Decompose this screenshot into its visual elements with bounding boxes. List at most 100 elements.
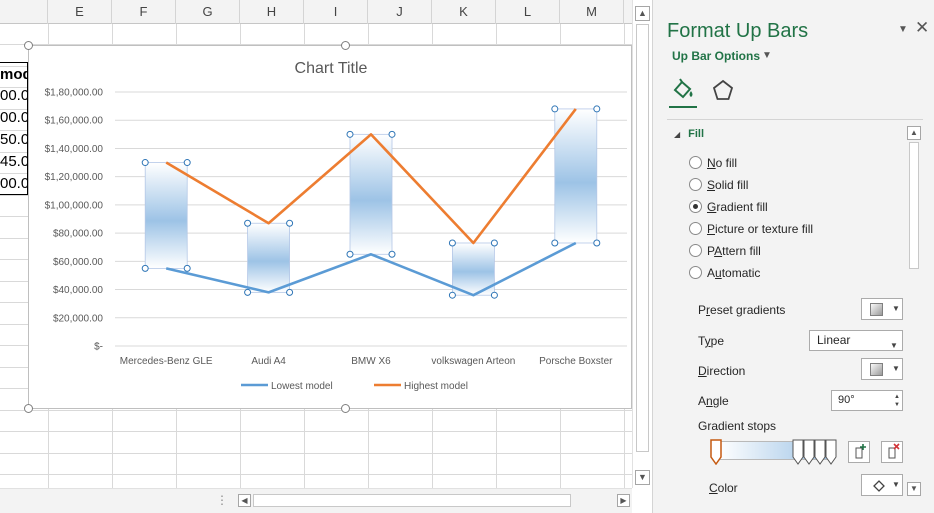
- label-part: A: [707, 266, 716, 280]
- bar-selection-handle: [551, 105, 559, 113]
- preset-gradients-dropdown[interactable]: ▼: [861, 298, 903, 320]
- paint-bucket-icon: [873, 480, 885, 492]
- chart-svg[interactable]: Chart Title $- $20,000.00 $40,000.00 $60,000…: [29, 46, 633, 410]
- scroll-up-icon[interactable]: ▲: [635, 6, 650, 21]
- column-header-j[interactable]: J: [368, 0, 432, 24]
- legend-label: Lowest model: [271, 381, 333, 392]
- type-label: Type: [698, 334, 724, 348]
- radio-button-icon[interactable]: [689, 222, 702, 236]
- label-part: tomatic: [721, 266, 761, 280]
- pentagon-effects-tab-icon[interactable]: [711, 78, 735, 102]
- type-select[interactable]: Linear ▼: [809, 330, 903, 351]
- column-header-d[interactable]: [0, 0, 48, 24]
- fill-section-label: Fill: [688, 128, 705, 140]
- chevron-down-icon: ▼: [892, 480, 900, 489]
- y-tick-label: $1,00,000.00: [45, 200, 104, 211]
- chart-resize-handle-bl[interactable]: [24, 404, 33, 413]
- split-handle-icon[interactable]: ⋮: [216, 493, 228, 507]
- radio-button-icon[interactable]: [689, 244, 702, 258]
- pane-vertical-scrollbar[interactable]: ▲ ▼: [907, 126, 922, 496]
- preset-gradients-label: Preset gradients: [698, 303, 785, 317]
- color-dropdown[interactable]: ▼: [861, 474, 903, 496]
- worksheet[interactable]: E F G H I J K L M mod 00.0 00.0 50.0 45.…: [0, 0, 652, 513]
- column-header-l[interactable]: L: [496, 0, 560, 24]
- divider: [667, 119, 923, 120]
- radio-automatic-fill[interactable]: Automatic: [689, 264, 760, 282]
- scroll-right-icon[interactable]: ▶: [617, 494, 630, 507]
- add-gradient-stop-button[interactable]: [848, 441, 870, 463]
- x-tick-label: Porsche Boxster: [539, 356, 613, 367]
- bar-selection-handle: [388, 130, 396, 138]
- label-mnemonic: P: [707, 222, 716, 236]
- gradient-stop-handle-selected[interactable]: [710, 439, 722, 465]
- bar-selection-handle: [286, 219, 294, 227]
- angle-spinner[interactable]: 90° ▲ ▼: [831, 390, 903, 411]
- bar-selection-handle: [448, 291, 456, 299]
- pane-options-dropdown-icon[interactable]: ▼: [898, 24, 908, 35]
- close-icon[interactable]: ✕: [915, 18, 929, 38]
- up-bar: [144, 162, 188, 269]
- column-header-f[interactable]: F: [112, 0, 176, 24]
- direction-label: Direction: [698, 364, 745, 378]
- radio-button-icon[interactable]: [689, 178, 702, 192]
- column-header-i[interactable]: I: [304, 0, 368, 24]
- radio-no-fill[interactable]: No fill: [689, 154, 737, 172]
- remove-gradient-stop-button[interactable]: [881, 441, 903, 463]
- collapse-triangle-icon[interactable]: ◢: [674, 130, 680, 139]
- column-header-h[interactable]: H: [240, 0, 304, 24]
- chart-area[interactable]: Chart Title $- $20,000.00 $40,000.00 $60,000…: [28, 45, 632, 409]
- chevron-down-icon: ▼: [890, 341, 898, 350]
- chevron-down-icon[interactable]: ▼: [762, 50, 772, 61]
- chart-resize-handle-top[interactable]: [341, 41, 350, 50]
- gradient-stop-handle[interactable]: [825, 439, 837, 465]
- radio-pattern-fill[interactable]: PAttern fill: [689, 242, 761, 260]
- label-part: olor: [717, 481, 738, 495]
- scroll-down-icon[interactable]: ▼: [635, 470, 650, 485]
- fill-line-tab-icon[interactable]: [669, 76, 697, 104]
- radio-button-icon[interactable]: [689, 200, 702, 214]
- options-selector[interactable]: Up Bar Options: [672, 49, 760, 63]
- bar-selection-handle: [490, 291, 498, 299]
- scroll-down-icon[interactable]: ▼: [907, 482, 921, 496]
- row-gridline: [0, 410, 632, 411]
- column-header-g[interactable]: G: [176, 0, 240, 24]
- pane-scroll-thumb[interactable]: [909, 142, 919, 269]
- bar-selection-handle: [593, 105, 601, 113]
- radio-gradient-fill[interactable]: Gradient fill: [689, 198, 768, 216]
- sheet-horizontal-scrollbar[interactable]: ⋮ ◀ ▶: [0, 488, 632, 513]
- x-tick-label: Mercedes-Benz GLE: [120, 356, 213, 367]
- bar-selection-handle: [183, 264, 191, 272]
- row-gridline: [0, 474, 632, 475]
- spin-down-icon[interactable]: ▼: [894, 401, 900, 409]
- column-header-m[interactable]: M: [560, 0, 624, 24]
- label-part: pe: [710, 334, 725, 348]
- fill-section-header[interactable]: ◢ Fill: [674, 128, 704, 140]
- h-scroll-thumb[interactable]: [253, 494, 571, 507]
- label-part: olid fill: [715, 178, 749, 192]
- sheet-vertical-scrollbar[interactable]: ▲ ▼: [632, 0, 652, 488]
- scroll-left-icon[interactable]: ◀: [238, 494, 251, 507]
- radio-button-icon[interactable]: [689, 156, 702, 170]
- direction-dropdown[interactable]: ▼: [861, 358, 903, 380]
- radio-picture-texture-fill[interactable]: Picture or texture fill: [689, 220, 813, 238]
- label-mnemonic: G: [707, 200, 717, 214]
- spin-up-icon[interactable]: ▲: [894, 393, 900, 401]
- gradient-swatch-icon: [870, 303, 883, 316]
- bar-selection-handle: [346, 130, 354, 138]
- up-bar: [247, 222, 291, 293]
- y-tick-label: $1,20,000.00: [45, 172, 104, 183]
- label-part: ttern fill: [722, 244, 761, 258]
- x-tick-label: BMW X6: [351, 356, 391, 367]
- y-tick-label: $1,60,000.00: [45, 116, 104, 127]
- radio-button-icon[interactable]: [689, 266, 702, 280]
- column-header-e[interactable]: E: [48, 0, 112, 24]
- column-header-k[interactable]: K: [432, 0, 496, 24]
- scroll-up-icon[interactable]: ▲: [907, 126, 921, 140]
- chart-resize-handle-bottom[interactable]: [341, 404, 350, 413]
- direction-swatch-icon: [870, 363, 883, 376]
- radio-solid-fill[interactable]: Solid fill: [689, 176, 748, 194]
- scroll-thumb[interactable]: [636, 24, 649, 452]
- label-mnemonic: u: [715, 266, 722, 280]
- bar-selection-handle: [490, 239, 498, 247]
- chart-resize-handle-tl[interactable]: [24, 41, 33, 50]
